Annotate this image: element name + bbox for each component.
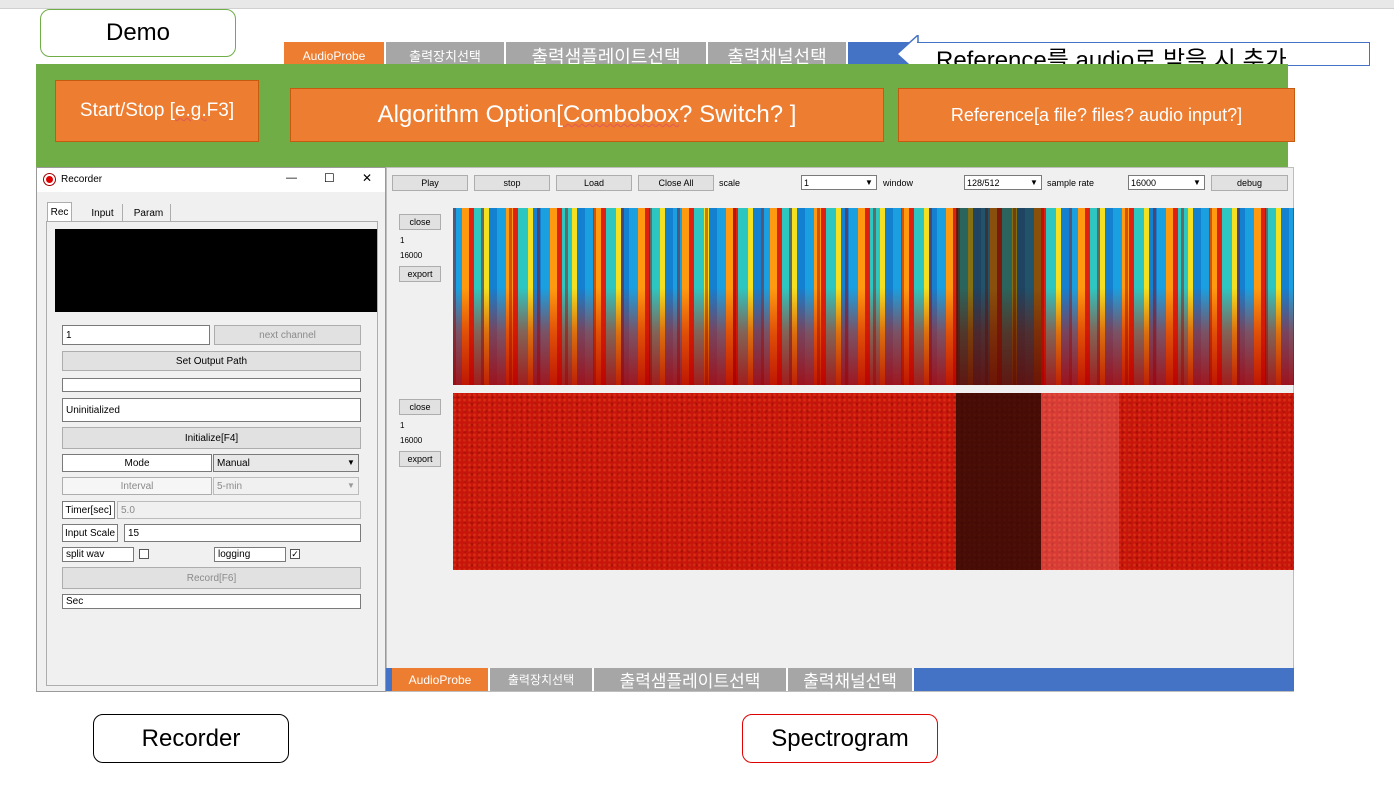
spectrogram-image-2	[453, 393, 1294, 570]
bottom-tabbar: AudioProbe 출력장치선택 출력샘플레이트선택 출력채널선택	[386, 668, 1294, 691]
sec-field: Sec	[62, 594, 361, 609]
mode-select[interactable]: Manual ▼	[213, 454, 359, 472]
input-scale-label: Input Scale	[62, 524, 118, 542]
logging-label: logging	[214, 547, 286, 562]
tab-input[interactable]: Input	[83, 204, 123, 222]
video-display	[55, 229, 377, 312]
next-channel-button[interactable]: next channel	[214, 325, 361, 345]
tab-output-samplerate[interactable]: 출력샘플레이트선택	[594, 668, 788, 691]
mode-value: Manual	[217, 457, 250, 469]
window-value: 128/512	[967, 177, 1000, 188]
panel2-rate: 16000	[400, 436, 423, 445]
start-stop-label: Start/Stop [	[79, 100, 175, 121]
reference-button[interactable]: Reference[a file? files? audio input?]	[898, 88, 1295, 142]
tab-output-device[interactable]: 출력장치선택	[490, 668, 594, 691]
algorithm-prefix: Algorithm Option[	[377, 101, 563, 128]
recorder-title: Recorder	[61, 174, 103, 185]
demo-label: Demo	[40, 9, 236, 57]
recorder-titlebar: Recorder — ☐ ✕	[37, 168, 385, 192]
panel2-export-button[interactable]: export	[399, 451, 441, 467]
interval-value: 5-min	[217, 480, 243, 492]
spectrogram-image-1	[453, 208, 1294, 385]
close-button[interactable]: ✕	[362, 171, 372, 185]
close-all-button[interactable]: Close All	[638, 175, 714, 191]
sample-rate-select[interactable]: 16000 ▼	[1128, 175, 1205, 190]
split-wav-label: split wav	[62, 547, 134, 562]
highlight-band-dark	[956, 393, 1041, 570]
start-stop-key: F3]	[206, 100, 235, 121]
play-button[interactable]: Play	[392, 175, 468, 191]
spectrogram-window: Play stop Load Close All scale 1 ▼ windo…	[386, 167, 1294, 692]
timer-label: Timer[sec]	[62, 501, 115, 519]
chevron-down-icon: ▼	[347, 458, 355, 467]
channel-field[interactable]: 1	[62, 325, 210, 345]
panel1-channel: 1	[400, 236, 405, 245]
status-field: Uninitialized	[62, 398, 361, 422]
chevron-down-icon: ▼	[347, 481, 355, 490]
tab-audioprobe[interactable]: AudioProbe	[386, 668, 490, 691]
mode-label-button[interactable]: Mode	[62, 454, 212, 472]
scale-select[interactable]: 1 ▼	[801, 175, 877, 190]
output-path-field[interactable]	[62, 378, 361, 392]
tab-output-channel[interactable]: 출력채널선택	[788, 668, 914, 691]
interval-select[interactable]: 5-min ▼	[213, 477, 359, 495]
panel2-channel: 1	[400, 421, 405, 430]
panel1-export-button[interactable]: export	[399, 266, 441, 282]
recorder-label: Recorder	[93, 714, 289, 763]
window-select[interactable]: 128/512 ▼	[964, 175, 1042, 190]
input-scale-field[interactable]: 15	[124, 524, 361, 542]
record-button[interactable]: Record[F6]	[62, 567, 361, 589]
start-stop-button[interactable]: Start/Stop [e.g. F3]	[55, 80, 259, 142]
interval-label-button[interactable]: Interval	[62, 477, 212, 495]
split-wav-checkbox[interactable]	[139, 549, 149, 559]
tab-rec[interactable]: Rec	[47, 202, 72, 222]
panel1-rate: 16000	[400, 251, 423, 260]
initialize-button[interactable]: Initialize[F4]	[62, 427, 361, 449]
panel2-close-button[interactable]: close	[399, 399, 441, 415]
record-icon	[44, 174, 55, 185]
scale-value: 1	[804, 177, 810, 188]
maximize-button[interactable]: ☐	[324, 171, 335, 185]
stop-button[interactable]: stop	[474, 175, 550, 191]
scale-label: scale	[719, 178, 741, 188]
algorithm-suffix: ? Switch? ]	[679, 101, 797, 128]
panel1-close-button[interactable]: close	[399, 214, 441, 230]
recorder-window: Recorder — ☐ ✕ Rec Input Param 1 next ch…	[36, 167, 386, 692]
highlight-band-light	[1041, 393, 1119, 570]
algorithm-combobox-word: Combobox	[562, 101, 680, 128]
algorithm-option-button[interactable]: Algorithm Option[Combobox? Switch? ]	[290, 88, 884, 142]
start-stop-eg: e.g.	[174, 100, 207, 121]
chevron-down-icon: ▼	[865, 178, 873, 187]
set-output-path-button[interactable]: Set Output Path	[62, 351, 361, 371]
debug-button[interactable]: debug	[1211, 175, 1288, 191]
timer-field[interactable]: 5.0	[117, 501, 361, 519]
load-button[interactable]: Load	[556, 175, 632, 191]
sample-rate-value: 16000	[1131, 177, 1157, 188]
chevron-down-icon: ▼	[1193, 178, 1201, 187]
chevron-down-icon: ▼	[1030, 178, 1038, 187]
window-label: window	[883, 178, 914, 188]
spectrogram-label: Spectrogram	[742, 714, 938, 763]
top-strip	[0, 0, 1394, 9]
sample-rate-label: sample rate	[1047, 178, 1095, 188]
highlight-band-dark	[956, 208, 1041, 385]
minimize-button[interactable]: —	[286, 172, 297, 184]
tab-param[interactable]: Param	[127, 204, 171, 222]
logging-checkbox[interactable]: ✓	[290, 549, 300, 559]
